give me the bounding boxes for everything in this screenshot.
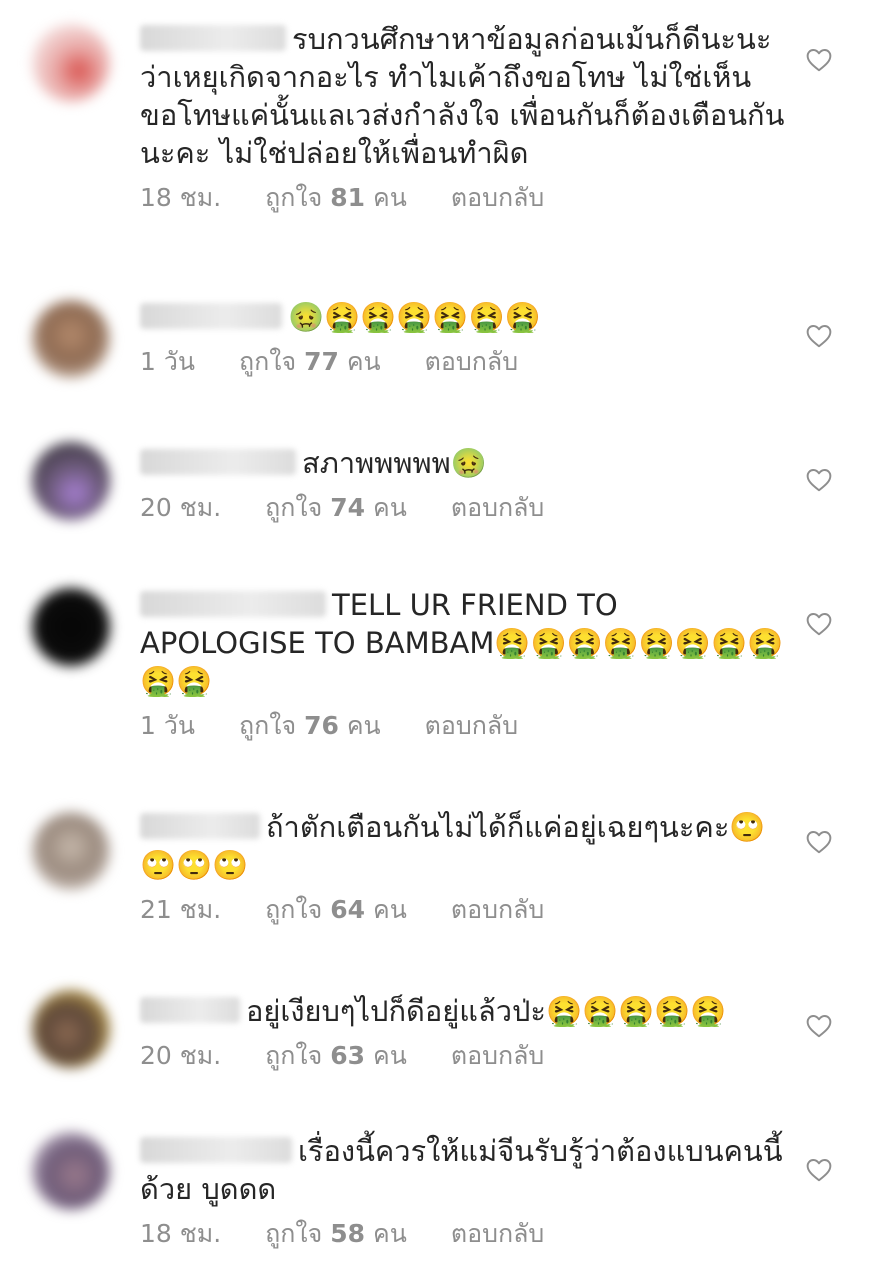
comment-text-block: เรื่องนี้ควรให้แม่จีนรับรู้ว่าต้องแบนคนน… [140, 1132, 790, 1208]
comment-text-block: อยู่เงียบๆไปก็ดีอยู่แล้วป่ะ🤮🤮🤮🤮🤮 [140, 992, 790, 1030]
comment-time: 1 วัน [140, 711, 195, 740]
reply-button[interactable]: ตอบกลับ [451, 182, 544, 214]
comment-time: 18 ชม. [140, 183, 222, 212]
avatar[interactable] [32, 300, 110, 378]
username[interactable] [140, 303, 282, 329]
avatar[interactable] [32, 588, 110, 666]
likes-suffix: คน [373, 183, 407, 212]
heart-icon[interactable] [806, 468, 832, 492]
like-count[interactable]: ถูกใจ 63 คน [265, 1040, 407, 1072]
likes-suffix: คน [373, 895, 407, 924]
comment-meta: 20 ชม. ถูกใจ 74 คน ตอบกลับ [140, 492, 790, 524]
comment-text-block: 🤢🤮🤮🤮🤮🤮🤮 [140, 298, 790, 336]
likes-number: 81 [330, 183, 366, 212]
comment-text: อยู่เงียบๆไปก็ดีอยู่แล้วป่ะ🤮🤮🤮🤮🤮 [246, 994, 727, 1028]
comment-meta: 18 ชม. ถูกใจ 58 คน ตอบกลับ [140, 1218, 790, 1250]
reply-button[interactable]: ตอบกลับ [451, 1218, 544, 1250]
likes-prefix: ถูกใจ [238, 347, 297, 376]
comment-text: สภาพพพพพ🤢 [302, 446, 487, 480]
like-count[interactable]: ถูกใจ 64 คน [265, 894, 407, 926]
username[interactable] [140, 25, 286, 51]
username[interactable] [140, 449, 296, 475]
comment-time: 20 ชม. [140, 493, 222, 522]
comment-time: 18 ชม. [140, 1219, 222, 1248]
comment-text: 🤢🤮🤮🤮🤮🤮🤮 [288, 300, 541, 334]
comment-meta: 1 วัน ถูกใจ 77 คน ตอบกลับ [140, 346, 790, 378]
username[interactable] [140, 813, 260, 839]
likes-prefix: ถูกใจ [265, 493, 323, 522]
username[interactable] [140, 997, 240, 1023]
username[interactable] [140, 591, 326, 617]
comment-text-block: TELL UR FRIEND TO APOLOGISE TO BAMBAM🤮🤮🤮… [140, 586, 790, 700]
username[interactable] [140, 1137, 292, 1163]
reply-button[interactable]: ตอบกลับ [425, 346, 518, 378]
likes-number: 58 [330, 1219, 366, 1248]
likes-suffix: คน [373, 1041, 407, 1070]
comment-time: 1 วัน [140, 347, 195, 376]
avatar[interactable] [32, 812, 110, 890]
likes-suffix: คน [373, 493, 407, 522]
likes-number: 64 [330, 895, 366, 924]
like-count[interactable]: ถูกใจ 81 คน [265, 182, 407, 214]
like-count[interactable]: ถูกใจ 58 คน [265, 1218, 407, 1250]
likes-number: 76 [304, 711, 339, 740]
heart-icon[interactable] [806, 324, 832, 348]
likes-number: 77 [304, 347, 339, 376]
comment-text-block: สภาพพพพพ🤢 [140, 444, 790, 482]
reply-button[interactable]: ตอบกลับ [425, 710, 518, 742]
heart-icon[interactable] [806, 612, 832, 636]
likes-number: 74 [330, 493, 366, 522]
likes-prefix: ถูกใจ [238, 711, 297, 740]
like-count[interactable]: ถูกใจ 76 คน [239, 710, 381, 742]
likes-suffix: คน [373, 1219, 407, 1248]
heart-icon[interactable] [806, 48, 832, 72]
like-count[interactable]: ถูกใจ 77 คน [239, 346, 381, 378]
reply-button[interactable]: ตอบกลับ [451, 1040, 544, 1072]
comment-text-block: รบกวนศึกษาหาข้อมูลก่อนเม้นก็ดีนะนะ ว่าเห… [140, 20, 790, 172]
heart-icon[interactable] [806, 1014, 832, 1038]
heart-icon[interactable] [806, 1158, 832, 1182]
comment-time: 21 ชม. [140, 895, 222, 924]
likes-number: 63 [330, 1041, 366, 1070]
comment-meta: 20 ชม. ถูกใจ 63 คน ตอบกลับ [140, 1040, 790, 1072]
reply-button[interactable]: ตอบกลับ [451, 492, 544, 524]
comment-meta: 1 วัน ถูกใจ 76 คน ตอบกลับ [140, 710, 790, 742]
likes-prefix: ถูกใจ [265, 1219, 323, 1248]
comment-meta: 21 ชม. ถูกใจ 64 คน ตอบกลับ [140, 894, 790, 926]
reply-button[interactable]: ตอบกลับ [451, 894, 544, 926]
comment-text-block: ถ้าตักเตือนกันไม่ได้ก็แค่อยู่เฉยๆนะคะ🙄🙄🙄… [140, 808, 790, 884]
likes-prefix: ถูกใจ [265, 895, 323, 924]
avatar[interactable] [32, 1132, 110, 1210]
likes-suffix: คน [346, 347, 381, 376]
like-count[interactable]: ถูกใจ 74 คน [265, 492, 407, 524]
comment-time: 20 ชม. [140, 1041, 222, 1070]
likes-prefix: ถูกใจ [265, 183, 323, 212]
likes-suffix: คน [346, 711, 381, 740]
likes-prefix: ถูกใจ [265, 1041, 323, 1070]
avatar[interactable] [32, 24, 110, 102]
comment-meta: 18 ชม. ถูกใจ 81 คน ตอบกลับ [140, 182, 790, 214]
heart-icon[interactable] [806, 830, 832, 854]
avatar[interactable] [32, 990, 110, 1068]
avatar[interactable] [32, 442, 110, 520]
